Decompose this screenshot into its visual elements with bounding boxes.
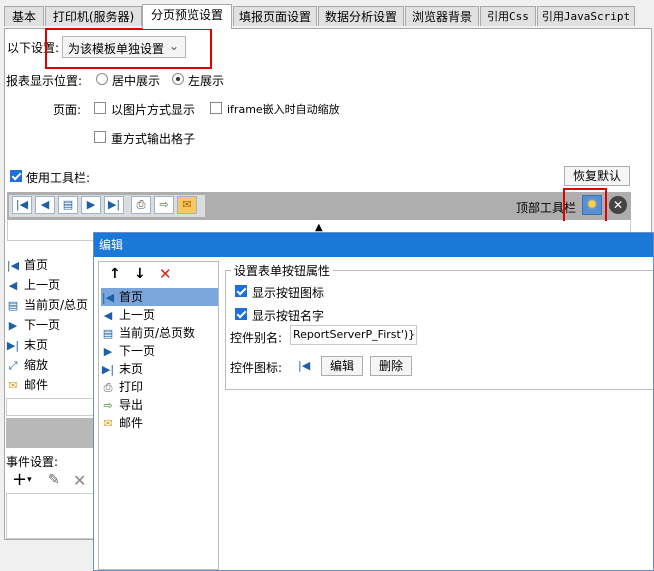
list-item[interactable]: ◀ 上一页 <box>101 306 155 324</box>
list-item[interactable]: |◀ 首页 <box>6 256 48 274</box>
dialog-item-list: |◀ 首页 ◀ 上一页 ▤ 当前页/总页数 ▶ 下一页 ▶| 末页 ⎙ 打印 ⇨ 导出 ✉ 邮件 <box>101 288 218 548</box>
list-item[interactable]: ✉ 邮件 <box>101 414 143 432</box>
left-button-list: |◀ 首页 ◀ 上一页 ▤ 当前页/总页 ▶ 下一页 ▶| 末页 ⤢ 缩放 ✉ 邮件 <box>6 256 94 396</box>
first-page-icon: |◀ <box>6 259 20 272</box>
list-item[interactable]: |◀ 首页 <box>101 288 218 306</box>
use-toolbar-label: 使用工具栏: <box>26 171 91 185</box>
radio-center[interactable] <box>96 73 108 85</box>
tab-printer[interactable]: 打印机(服务器) <box>45 6 142 26</box>
page-image-label: 以图片方式显示 <box>111 103 196 117</box>
alias-label: 控件别名: <box>230 331 283 345</box>
tab-javascript[interactable]: 引用JavaScript <box>537 6 635 26</box>
events-label: 事件设置: <box>6 455 59 469</box>
first-page-icon[interactable]: |◀ <box>12 196 32 214</box>
prev-page-icon: ◀ <box>8 279 18 292</box>
page-label: 页面: <box>53 103 82 117</box>
tab-basic[interactable]: 基本 <box>4 6 44 26</box>
show-name-label: 显示按钮名字 <box>252 309 325 323</box>
tab-fill-page[interactable]: 填报页面设置 <box>233 6 317 26</box>
list-item[interactable]: ⎙ 打印 <box>101 378 143 396</box>
dialog-item-panel: ↑ ↓ ✕ |◀ 首页 ◀ 上一页 ▤ 当前页/总页数 ▶ 下一页 ▶| 末页 ⎙ 打印 ⇨… <box>98 261 219 570</box>
next-page-icon: ▶ <box>8 319 18 332</box>
mail-icon: ✉ <box>103 417 113 430</box>
list-item[interactable]: ▶| 末页 <box>6 336 48 354</box>
next-page-icon: ▶ <box>103 345 113 358</box>
props-group-title: 设置表单按钮属性 <box>231 262 334 279</box>
remove-icon[interactable]: ✕ <box>159 265 172 283</box>
page-iframe-checkbox[interactable] <box>210 102 222 114</box>
toolbar-buttons: |◀ ◀ ▤ ▶ ▶| ⎙ ⇨ ✉ <box>9 195 205 217</box>
page-iframe-label: iframe嵌入时自动缩放 <box>227 103 340 116</box>
page-count-icon: ▤ <box>102 327 114 340</box>
highlight-gear <box>563 188 607 224</box>
mail-icon[interactable]: ✉ <box>177 196 197 214</box>
list-item[interactable]: ▤ 当前页/总页数 <box>101 324 195 342</box>
page-image-checkbox[interactable] <box>94 102 106 114</box>
position-label: 报表显示位置: <box>6 74 83 88</box>
last-page-icon[interactable]: ▶| <box>104 196 124 214</box>
show-icon-checkbox[interactable] <box>235 285 247 297</box>
move-down-icon[interactable]: ↓ <box>134 266 146 282</box>
first-page-icon: |◀ <box>101 291 115 304</box>
tab-bar: 基本 打印机(服务器) 分页预览设置 填报页面设置 数据分析设置 浏览器背景 引… <box>0 0 654 29</box>
radio-center-label: 居中展示 <box>112 74 161 88</box>
radio-left[interactable] <box>172 73 184 85</box>
list-item[interactable]: ▤ 当前页/总页 <box>6 296 88 314</box>
use-toolbar-checkbox[interactable] <box>10 170 22 182</box>
page-repeat-checkbox[interactable] <box>94 131 106 143</box>
restore-default-button[interactable]: 恢复默认 <box>564 166 630 186</box>
list-item[interactable]: ◀ 上一页 <box>6 276 60 294</box>
radio-left-label: 左展示 <box>188 74 225 88</box>
icon-label: 控件图标: <box>230 361 283 375</box>
close-icon[interactable]: ✕ <box>609 196 627 214</box>
add-icon[interactable]: +▾ <box>12 471 32 489</box>
edit-dialog: 编辑 ↑ ↓ ✕ |◀ 首页 ◀ 上一页 ▤ 当前页/总页数 ▶ 下一页 ▶| 末页 ⎙ 打… <box>93 232 654 571</box>
icon-edit-button[interactable]: 编辑 <box>321 356 363 376</box>
events-list[interactable] <box>6 493 94 539</box>
list-item[interactable]: ▶ 下一页 <box>101 342 155 360</box>
first-page-icon: |◀ <box>298 359 311 372</box>
print-icon: ⎙ <box>103 381 113 394</box>
show-icon-label: 显示按钮图标 <box>252 286 325 300</box>
last-page-icon: ▶| <box>101 363 115 376</box>
list-item[interactable]: ⤢ 缩放 <box>6 356 48 374</box>
prev-page-icon[interactable]: ◀ <box>35 196 55 214</box>
alias-input[interactable]: ReportServerP_First')} <box>290 325 417 345</box>
page-count-icon[interactable]: ▤ <box>58 196 78 214</box>
edit-icon[interactable]: ✎ <box>48 472 60 488</box>
delete-icon[interactable]: ✕ <box>73 471 86 490</box>
icon-delete-button[interactable]: 删除 <box>370 356 412 376</box>
list-item[interactable]: ▶| 末页 <box>101 360 143 378</box>
list-item[interactable]: ✉ 邮件 <box>6 376 48 394</box>
tab-css[interactable]: 引用Css <box>480 6 536 26</box>
tab-page-preview[interactable]: 分页预览设置 <box>142 4 232 29</box>
toolbar-strip: |◀ ◀ ▤ ▶ ▶| ⎙ ⇨ ✉ 顶部工具栏 ✹ ✕ <box>7 192 631 220</box>
left-gray-bar <box>6 418 94 448</box>
export-icon: ⇨ <box>103 399 113 412</box>
next-page-icon[interactable]: ▶ <box>81 196 101 214</box>
highlight-mode <box>45 28 212 69</box>
dialog-title: 编辑 <box>94 233 653 257</box>
show-name-checkbox[interactable] <box>235 308 247 320</box>
list-item[interactable]: ▶ 下一页 <box>6 316 60 334</box>
left-input[interactable] <box>6 398 94 416</box>
mail-icon: ✉ <box>8 379 18 392</box>
tab-data-analysis[interactable]: 数据分析设置 <box>318 6 404 26</box>
page-repeat-label: 重方式输出格子 <box>111 132 196 146</box>
tab-browser-bg[interactable]: 浏览器背景 <box>405 6 479 26</box>
last-page-icon: ▶| <box>6 339 20 352</box>
zoom-icon: ⤢ <box>8 359 18 372</box>
prev-page-icon: ◀ <box>103 309 113 322</box>
page-count-icon: ▤ <box>7 299 19 312</box>
export-icon[interactable]: ⇨ <box>154 196 174 214</box>
move-up-icon[interactable]: ↑ <box>109 266 121 282</box>
list-item[interactable]: ⇨ 导出 <box>101 396 143 414</box>
print-icon[interactable]: ⎙ <box>131 196 151 214</box>
